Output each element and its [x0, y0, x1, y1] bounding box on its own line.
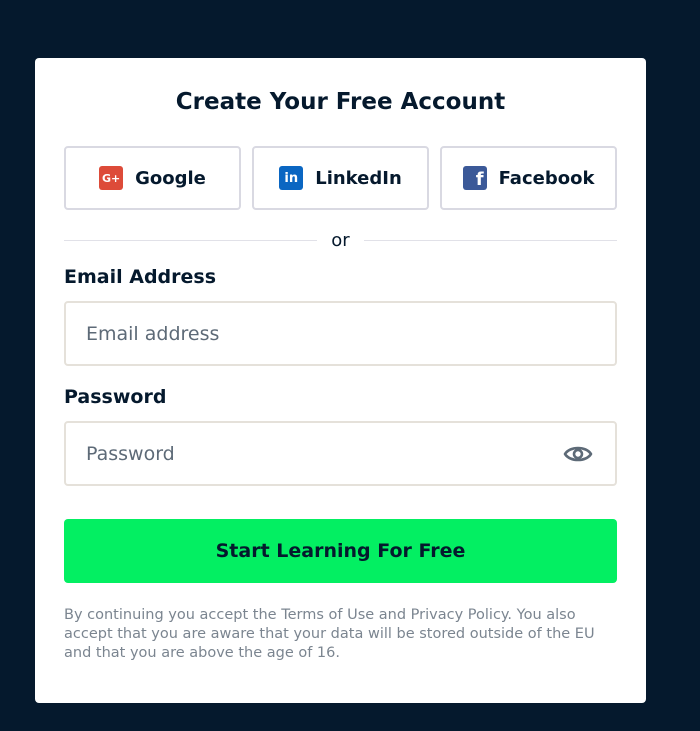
- linkedin-icon: in: [279, 166, 304, 190]
- google-plus-icon: G+: [99, 166, 124, 190]
- social-login-row: G+ Google in LinkedIn f Facebook: [64, 146, 617, 210]
- email-field-wrapper: [64, 301, 617, 366]
- linkedin-login-button[interactable]: in LinkedIn: [252, 146, 429, 210]
- divider-text: or: [331, 229, 350, 251]
- facebook-login-label: Facebook: [498, 167, 595, 189]
- google-login-label: Google: [135, 167, 206, 189]
- eye-icon[interactable]: [563, 443, 593, 465]
- password-input[interactable]: [66, 423, 615, 484]
- or-divider: or: [64, 228, 618, 252]
- divider-line-right: [363, 239, 618, 241]
- facebook-icon: f: [462, 166, 487, 190]
- google-login-button[interactable]: G+ Google: [64, 146, 241, 210]
- start-learning-button[interactable]: Start Learning For Free: [64, 519, 617, 583]
- signup-card: Create Your Free Account G+ Google in Li…: [35, 58, 646, 703]
- divider-line-left: [64, 239, 318, 241]
- linkedin-login-label: LinkedIn: [315, 167, 402, 189]
- page-title: Create Your Free Account: [175, 89, 506, 115]
- password-field-wrapper: [64, 421, 617, 486]
- email-input[interactable]: [66, 303, 615, 364]
- email-label: Email Address: [64, 266, 217, 288]
- facebook-login-button[interactable]: f Facebook: [440, 146, 617, 210]
- legal-disclaimer: By continuing you accept the Terms of Us…: [64, 607, 595, 661]
- password-label: Password: [64, 386, 167, 408]
